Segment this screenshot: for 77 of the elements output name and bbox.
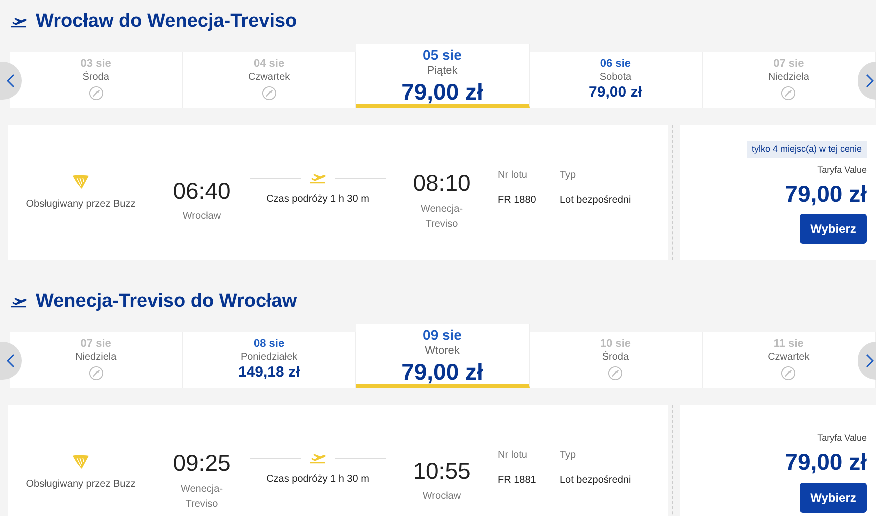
weekday-label: Czwartek [248, 72, 290, 84]
arrival-city: Wenecja-Treviso [420, 202, 464, 232]
flight-number-label: Nr lotu [498, 448, 528, 462]
arrival-time: 08:10 [413, 169, 471, 198]
date-tab[interactable]: 03 sie Środa [10, 52, 184, 108]
weekday-label: Niedziela [76, 352, 117, 364]
weekday-label: Piątek [427, 64, 458, 78]
select-button[interactable]: Wybierz [800, 482, 867, 513]
flight-number-label: Nr lotu [498, 168, 528, 182]
select-button[interactable]: Wybierz [800, 214, 867, 244]
fare-price: 79,00 zł [785, 180, 867, 208]
route-title: Wenecja-Treviso do Wrocław [36, 290, 298, 314]
duration-label: Czas podróży 1 h 30 m [266, 473, 370, 487]
date-label: 11 sie [774, 338, 804, 352]
date-label: 10 sie [600, 338, 631, 351]
date-tab[interactable]: 10 sie Środa [530, 332, 703, 388]
seats-badge: tylko 4 miejsc(a) w tej cenie [746, 140, 867, 158]
date-tab[interactable]: 07 sie Niedziela [10, 332, 184, 388]
chevron-left-icon [7, 74, 15, 88]
no-flight-icon [262, 86, 277, 102]
no-flight-icon [88, 86, 104, 102]
price-label: 79,00 zł [402, 78, 484, 107]
date-label: 06 sie [600, 58, 631, 72]
arrival-time: 10:55 [413, 456, 471, 486]
weekday-label: Środa [82, 72, 110, 84]
type-label: Typ [560, 448, 578, 462]
date-tab[interactable]: 11 sie Czwartek [702, 332, 876, 388]
weekday-label: Środa [602, 352, 630, 364]
date-label: 09 sie [423, 327, 462, 344]
airplane-icon [309, 172, 327, 184]
date-label: 03 sie [80, 58, 112, 71]
date-label: 07 sie [80, 338, 112, 352]
price-label: 149,18 zł [238, 364, 300, 383]
date-tab[interactable]: 09 sie Wtorek 79,00 zł [356, 324, 530, 388]
date-tab[interactable]: 08 sie Poniedziałek 149,18 zł [183, 332, 356, 388]
date-label: 05 sie [423, 47, 462, 64]
route-title: Wrocław do Wenecja-Treviso [36, 10, 298, 34]
harp-logo-icon [72, 173, 90, 191]
date-tab[interactable]: 04 sie Czwartek [183, 52, 356, 108]
no-flight-icon [781, 366, 796, 382]
departure-time: 06:40 [173, 176, 231, 206]
duration-label: Czas podróży 1 h 30 m [266, 193, 370, 207]
weekday-label: Wtorek [425, 344, 460, 358]
departure-time: 09:25 [173, 449, 231, 478]
price-label: 79,00 zł [589, 84, 642, 103]
date-tab[interactable]: 05 sie Piątek 79,00 zł [356, 44, 530, 108]
date-label: 08 sie [254, 338, 285, 352]
date-label: 07 sie [774, 58, 804, 72]
fare-price: 79,00 zł [785, 448, 867, 477]
chevron-right-icon [866, 74, 874, 88]
airplane-icon [309, 452, 327, 464]
departure-city: Wenecja-Treviso [180, 482, 224, 512]
no-flight-icon [608, 366, 624, 382]
chevron-right-icon [866, 354, 874, 368]
arrival-city: Wrocław [422, 490, 462, 504]
flight-number: FR 1881 [498, 474, 538, 488]
operator-label: Obsługiwany przez Buzz [26, 198, 136, 212]
harp-logo-icon [72, 453, 90, 471]
weekday-label: Niedziela [768, 72, 810, 84]
date-tab[interactable]: 06 sie Sobota 79,00 zł [530, 52, 703, 108]
operator-label: Obsługiwany przez Buzz [26, 478, 136, 492]
flight-type: Lot bezpośredni [560, 474, 632, 488]
date-label: 04 sie [254, 58, 285, 72]
fare-label: Taryfa Value [818, 164, 867, 178]
no-flight-icon [781, 86, 796, 102]
fare-label: Taryfa Value [818, 432, 867, 446]
no-flight-icon [88, 366, 104, 382]
date-tab[interactable]: 07 sie Niedziela [702, 52, 876, 108]
flight-number: FR 1880 [498, 194, 538, 208]
chevron-left-icon [7, 354, 15, 368]
departure-city: Wrocław [182, 210, 222, 224]
type-label: Typ [560, 168, 578, 182]
price-label: 79,00 zł [402, 358, 484, 387]
flight-type: Lot bezpośredni [560, 194, 632, 208]
weekday-label: Sobota [600, 72, 632, 84]
weekday-label: Poniedziałek [240, 352, 298, 364]
weekday-label: Czwartek [768, 352, 810, 364]
